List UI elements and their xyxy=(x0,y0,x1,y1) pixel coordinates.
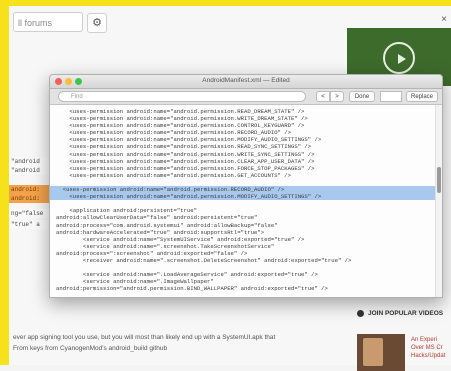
popular-thumbnail[interactable] xyxy=(357,334,405,371)
code-line: <uses-permission android:name="android.p… xyxy=(56,157,315,165)
code-line: android:allowClearUserData="false" andro… xyxy=(56,214,258,222)
code-line: <uses-permission android:name="android.p… xyxy=(56,143,312,151)
code-line: <uses-permission android:name="android.p… xyxy=(56,164,315,172)
code-line: <service android:name=".screenshot.TakeS… xyxy=(56,242,275,250)
forum-search-input[interactable]: ll forums xyxy=(13,12,83,32)
code-line-selected: <uses-permission android:name="android.p… xyxy=(50,186,436,194)
popular-link-line: Hacks/Updat xyxy=(411,353,446,359)
code-line: android:hardwareAccelerated="true" andro… xyxy=(56,228,265,236)
yellow-border-left xyxy=(0,0,9,365)
close-icon[interactable]: × xyxy=(441,14,447,25)
code-line: <uses-permission android:name="android.p… xyxy=(56,129,291,137)
window-titlebar[interactable]: AndroidManifest.xml — Edited xyxy=(50,75,442,89)
code-line: <uses-permission android:name="android.p… xyxy=(56,115,308,123)
window-title: AndroidManifest.xml — Edited xyxy=(202,77,290,84)
article-text: ever app signing tool you use, but you w… xyxy=(13,332,323,354)
code-line: <receiver android:name=".screenshot.Dele… xyxy=(56,256,352,264)
code-line-selected: <uses-permission android:name="android.p… xyxy=(50,193,436,201)
replace-input[interactable] xyxy=(380,91,402,102)
find-next-button[interactable]: > xyxy=(330,91,344,102)
code-line: <uses-permission android:name="android.p… xyxy=(56,122,305,130)
code-line: android:process="com.android.systemui" a… xyxy=(56,221,278,229)
find-input[interactable]: Find xyxy=(58,91,306,102)
popular-link-line: An Experi xyxy=(411,337,438,343)
find-bar: ⌕ Find < > Done Replace xyxy=(50,89,442,105)
code-line: android:permission="android.permission.B… xyxy=(56,285,328,293)
popular-link-line: Over MS Cr xyxy=(411,345,443,351)
code-line: <uses-permission android:name="android.p… xyxy=(56,136,322,144)
article-line: From keys from CyanogenMod's android_bui… xyxy=(13,345,168,352)
code-line: <service android:name="SystemUIService" … xyxy=(56,235,305,243)
code-line: <service android:name=".LoadAverageServi… xyxy=(56,271,318,279)
popular-video-link[interactable]: An Experi Over MS Cr Hacks/Updat xyxy=(411,336,445,360)
code-line: <service android:name=".ImageWallpaper" xyxy=(56,278,214,286)
code-line: <uses-permission android:name="android.p… xyxy=(56,171,291,179)
vertical-scrollbar[interactable] xyxy=(435,105,442,297)
scrollbar-thumb[interactable] xyxy=(437,167,441,193)
text-editor-window[interactable]: AndroidManifest.xml — Edited ⌕ Find < > … xyxy=(49,74,443,298)
popular-icon xyxy=(357,310,364,317)
code-line: <uses-permission android:name="android.p… xyxy=(56,150,315,158)
code-line: <application android:persistent="true" xyxy=(56,207,197,215)
gear-icon[interactable]: ⚙ xyxy=(87,13,107,33)
play-icon xyxy=(398,54,406,64)
find-previous-button[interactable]: < xyxy=(316,91,330,102)
popular-videos-heading: JOIN POPULAR VIDEOS xyxy=(357,310,443,317)
article-line: ever app signing tool you use, but you w… xyxy=(13,334,276,341)
code-line: android:process=":screenshot" android:ex… xyxy=(56,249,248,257)
play-button-icon[interactable] xyxy=(383,42,415,74)
code-line: <uses-permission android:name="android.p… xyxy=(56,108,305,115)
thumbnail-figure xyxy=(363,338,383,366)
code-editor-text[interactable]: <uses-permission android:name="android.p… xyxy=(50,105,436,297)
done-button[interactable]: Done xyxy=(349,91,375,102)
popular-heading-label: JOIN POPULAR VIDEOS xyxy=(368,310,444,318)
replace-button[interactable]: Replace xyxy=(406,91,438,102)
